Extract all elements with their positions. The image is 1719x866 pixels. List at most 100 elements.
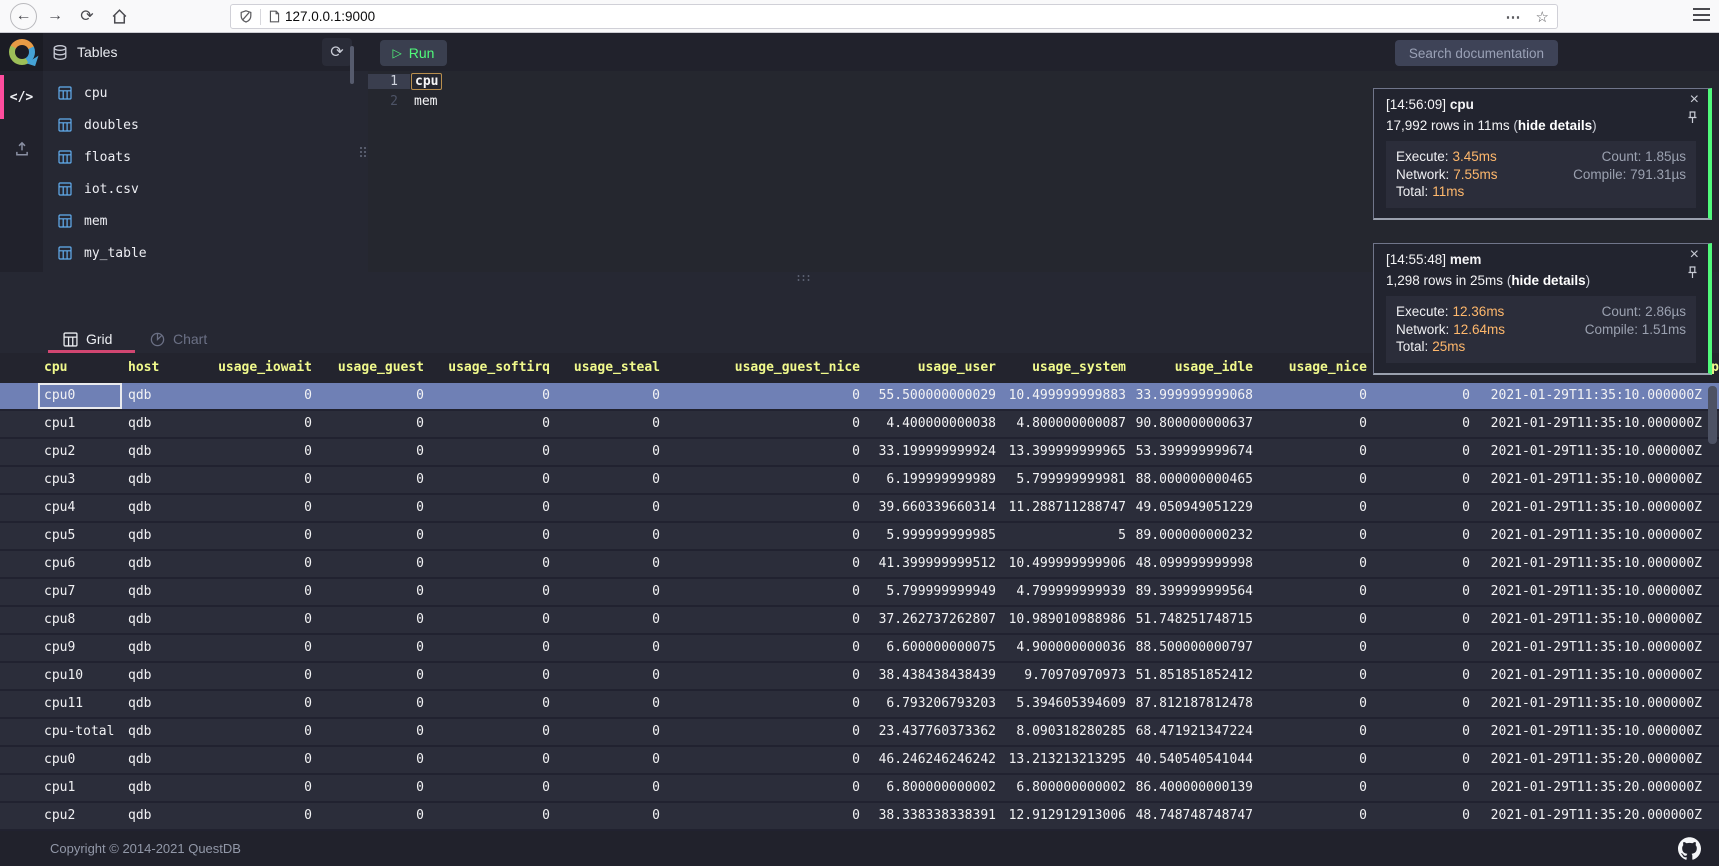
table-row[interactable]: cpu9qdb000006.6000000000754.900000000036…: [0, 635, 1719, 663]
grid-cell[interactable]: 0: [428, 579, 554, 605]
grid-cell[interactable]: 51.851851852412: [1130, 663, 1257, 689]
browser-home-icon[interactable]: [105, 2, 133, 30]
grid-cell[interactable]: 0: [316, 467, 428, 493]
grid-cell[interactable]: 0: [316, 747, 428, 773]
grid-cell[interactable]: 0: [1257, 747, 1371, 773]
grid-cell[interactable]: 6.800000000002: [864, 775, 1000, 801]
grid-cell[interactable]: 6.800000000002: [1000, 775, 1130, 801]
grid-cell[interactable]: 0: [1257, 551, 1371, 577]
editor-query-cpu[interactable]: cpu: [411, 73, 442, 90]
shield-icon[interactable]: [239, 9, 253, 24]
grid-cell[interactable]: 0: [1257, 663, 1371, 689]
grid-cell[interactable]: 0: [198, 775, 316, 801]
grid-cell[interactable]: 0: [316, 495, 428, 521]
column-header-usage_user[interactable]: usage_user: [864, 353, 1000, 383]
grid-cell[interactable]: 12.912912913006: [1000, 803, 1130, 829]
grid-cell[interactable]: 0: [664, 803, 864, 829]
grid-cell[interactable]: 0: [198, 747, 316, 773]
url-bar[interactable]: 127.0.0.1:9000 ⋯ ☆: [230, 4, 1558, 29]
grid-scrollbar[interactable]: [1708, 386, 1717, 444]
grid-cell[interactable]: 41.399999999512: [864, 551, 1000, 577]
table-row[interactable]: cpu1qdb000006.8000000000026.800000000002…: [0, 775, 1719, 803]
grid-cell[interactable]: 0: [428, 635, 554, 661]
grid-cell[interactable]: 5.394605394609: [1000, 691, 1130, 717]
grid-cell[interactable]: 0: [1371, 523, 1474, 549]
grid-cell[interactable]: cpu11: [38, 691, 122, 717]
grid-cell[interactable]: qdb: [122, 635, 198, 661]
grid-cell[interactable]: 2021-01-29T11:35:10.000000Z: [1474, 719, 1706, 745]
grid-cell[interactable]: 0: [316, 775, 428, 801]
github-icon[interactable]: [1678, 837, 1701, 860]
table-row[interactable]: cpu5qdb000005.999999999985589.0000000002…: [0, 523, 1719, 551]
grid-cell[interactable]: 0: [428, 747, 554, 773]
grid-cell[interactable]: 53.399999999674: [1130, 439, 1257, 465]
grid-cell[interactable]: 0: [664, 691, 864, 717]
table-row[interactable]: cpu-totalqdb0000023.4377603733628.090318…: [0, 719, 1719, 747]
grid-cell[interactable]: qdb: [122, 691, 198, 717]
grid-cell[interactable]: 0: [428, 495, 554, 521]
sidebar-table-doubles[interactable]: doubles: [43, 109, 357, 141]
hide-details-link[interactable]: hide details: [1518, 118, 1592, 133]
column-header-usage_system[interactable]: usage_system: [1000, 353, 1130, 383]
grid-cell[interactable]: 2021-01-29T11:35:20.000000Z: [1474, 803, 1706, 829]
grid-cell[interactable]: 0: [1257, 719, 1371, 745]
table-row[interactable]: cpu0qdb0000055.50000000002910.4999999998…: [0, 383, 1719, 411]
grid-cell[interactable]: 68.471921347224: [1130, 719, 1257, 745]
grid-cell[interactable]: 0: [198, 607, 316, 633]
grid-cell[interactable]: 2021-01-29T11:35:10.000000Z: [1474, 411, 1706, 437]
grid-cell[interactable]: 2021-01-29T11:35:20.000000Z: [1474, 747, 1706, 773]
grid-cell[interactable]: 0: [554, 411, 664, 437]
grid-cell[interactable]: 0: [198, 411, 316, 437]
vertical-splitter[interactable]: [357, 71, 368, 272]
grid-cell[interactable]: 0: [316, 691, 428, 717]
grid-cell[interactable]: 0: [198, 663, 316, 689]
grid-cell[interactable]: 2021-01-29T11:35:10.000000Z: [1474, 467, 1706, 493]
grid-cell[interactable]: 48.099999999998: [1130, 551, 1257, 577]
grid-cell[interactable]: 2021-01-29T11:35:10.000000Z: [1474, 383, 1706, 409]
grid-cell[interactable]: qdb: [122, 663, 198, 689]
refresh-tables-icon[interactable]: ⟳: [322, 38, 352, 66]
grid-cell[interactable]: 0: [664, 719, 864, 745]
column-header-usage_idle[interactable]: usage_idle: [1130, 353, 1257, 383]
grid-cell[interactable]: 0: [1257, 439, 1371, 465]
table-row[interactable]: cpu10qdb0000038.4384384384399.7097097097…: [0, 663, 1719, 691]
grid-cell[interactable]: 0: [1371, 635, 1474, 661]
grid-cell[interactable]: 10.989010988986: [1000, 607, 1130, 633]
browser-back-icon[interactable]: ←: [10, 3, 37, 30]
grid-cell[interactable]: qdb: [122, 383, 198, 409]
grid-cell[interactable]: 0: [316, 411, 428, 437]
grid-cell[interactable]: 33.199999999924: [864, 439, 1000, 465]
grid-cell[interactable]: 40.540540541044: [1130, 747, 1257, 773]
grid-cell[interactable]: 0: [1371, 747, 1474, 773]
horizontal-drag-handle-icon[interactable]: [796, 274, 811, 281]
grid-cell[interactable]: qdb: [122, 775, 198, 801]
grid-cell[interactable]: cpu10: [38, 663, 122, 689]
column-header-cpu[interactable]: cpu: [38, 353, 122, 383]
grid-cell[interactable]: 55.500000000029: [864, 383, 1000, 409]
grid-cell[interactable]: 0: [1257, 607, 1371, 633]
grid-cell[interactable]: 89.000000000232: [1130, 523, 1257, 549]
grid-cell[interactable]: 0: [198, 803, 316, 829]
grid-cell[interactable]: 0: [316, 663, 428, 689]
questdb-logo[interactable]: [0, 33, 43, 71]
grid-cell[interactable]: 0: [1371, 579, 1474, 605]
grid-cell[interactable]: cpu9: [38, 635, 122, 661]
grid-cell[interactable]: 0: [554, 551, 664, 577]
grid-cell[interactable]: 0: [428, 775, 554, 801]
grid-cell[interactable]: 4.900000000036: [1000, 635, 1130, 661]
grid-cell[interactable]: 46.246246246242: [864, 747, 1000, 773]
grid-cell[interactable]: 0: [1257, 383, 1371, 409]
grid-cell[interactable]: 0: [554, 579, 664, 605]
grid-cell[interactable]: 0: [554, 691, 664, 717]
rail-item-console[interactable]: </>: [0, 71, 43, 123]
grid-cell[interactable]: 88.000000000465: [1130, 467, 1257, 493]
grid-cell[interactable]: 0: [1371, 467, 1474, 493]
grid-cell[interactable]: cpu0: [38, 383, 122, 409]
grid-cell[interactable]: 0: [1371, 383, 1474, 409]
grid-cell[interactable]: 5.799999999949: [864, 579, 1000, 605]
grid-cell[interactable]: 2021-01-29T11:35:10.000000Z: [1474, 663, 1706, 689]
grid-cell[interactable]: 38.338338338391: [864, 803, 1000, 829]
grid-cell[interactable]: 0: [198, 495, 316, 521]
grid-cell[interactable]: 0: [198, 523, 316, 549]
grid-cell[interactable]: 0: [1371, 411, 1474, 437]
